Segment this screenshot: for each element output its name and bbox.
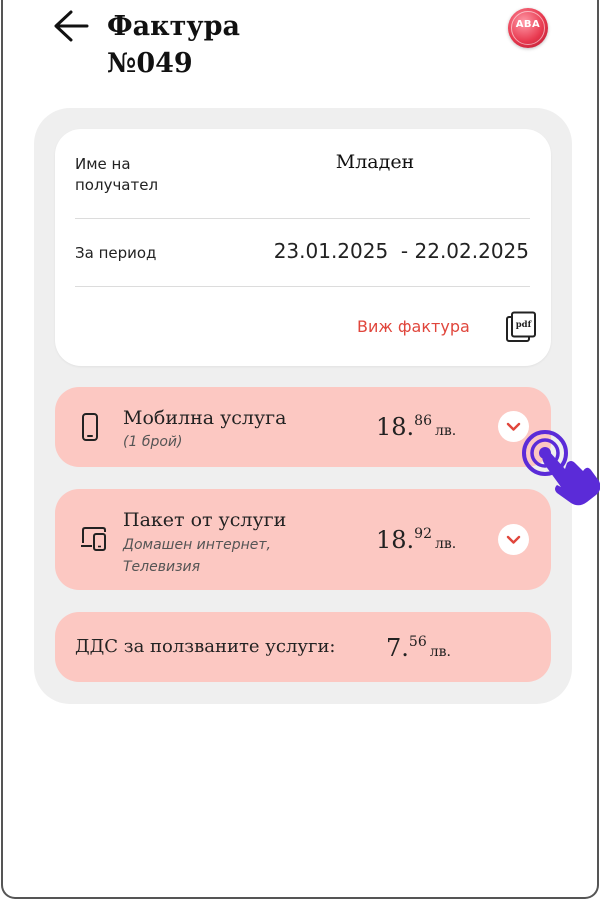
back-arrow-icon[interactable] [51, 8, 91, 44]
expand-chevron-button[interactable] [498, 411, 529, 442]
service-price: 18.92лв. [376, 526, 456, 554]
service-title: Мобилна услуга [123, 407, 287, 429]
mobile-service-card[interactable]: Мобилна услуга (1 брой) 18.86лв. [55, 387, 551, 467]
vat-label: ДДС за ползваните услуги: [75, 636, 336, 657]
smartphone-icon [79, 412, 101, 448]
service-package-card[interactable]: Пакет от услуги Домашен интернет, Телеви… [55, 489, 551, 590]
divider [75, 286, 530, 287]
pdf-icon[interactable]: pdf [505, 311, 537, 343]
logo-text: ABA [515, 19, 541, 30]
price-integer: 18. [376, 413, 415, 441]
price-currency: лв. [429, 644, 451, 660]
invoice-info-card: Име на получател Младен За период 23.01.… [55, 129, 551, 366]
expand-chevron-button[interactable] [498, 524, 529, 555]
page-title: Фактура №049 [107, 8, 240, 82]
price-decimal: 56 [408, 634, 427, 650]
invoice-number: №049 [107, 48, 193, 79]
price-decimal: 92 [414, 526, 432, 542]
divider [75, 218, 530, 219]
devices-icon [79, 525, 109, 557]
recipient-label: Име на получател [75, 155, 159, 194]
period-value: 23.01.2025 - 22.02.2025 [273, 239, 529, 263]
app-frame: Фактура №049 ABA Име на получател Младен… [1, 0, 600, 899]
pdf-icon-text: pdf [516, 320, 533, 330]
price-integer: 7. [386, 634, 409, 662]
vat-card: ДДС за ползваните услуги: 7.56лв. [55, 612, 551, 682]
service-subtitle: (1 брой) [123, 434, 183, 450]
price-integer: 18. [376, 526, 415, 554]
period-label: За период [75, 244, 157, 262]
service-subtitle: Домашен интернет, Телевизия [123, 537, 271, 575]
brand-logo: ABA [508, 8, 548, 48]
vat-price: 7.56лв. [386, 634, 451, 662]
view-invoice-link[interactable]: Виж фактура [357, 317, 470, 336]
price-currency: лв. [435, 423, 457, 439]
chevron-down-icon [506, 422, 521, 431]
price-currency: лв. [435, 536, 457, 552]
chevron-down-icon [506, 535, 521, 544]
page-title-line1: Фактура [107, 11, 240, 42]
recipient-value: Младен [335, 151, 415, 173]
price-decimal: 86 [414, 413, 432, 429]
service-price: 18.86лв. [376, 413, 456, 441]
service-title: Пакет от услуги [123, 509, 287, 531]
